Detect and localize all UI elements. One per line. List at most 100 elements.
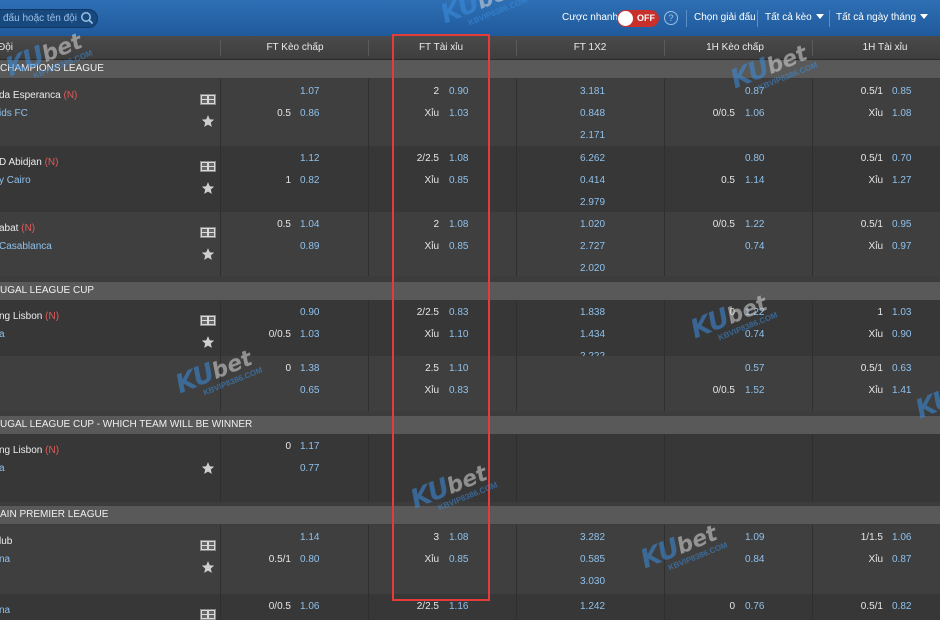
ft-handicap-odds-bottom[interactable]: 0.65 xyxy=(300,385,319,396)
ft-handicap-odds-bottom[interactable]: 0.77 xyxy=(300,463,319,474)
ft-over-under-odds-top[interactable]: 1.08 xyxy=(449,153,468,164)
ft-over-under-odds-top[interactable]: 1.16 xyxy=(449,601,468,612)
league-header[interactable]: CHAMPIONS LEAGUE xyxy=(0,60,940,78)
ft-over-under-odds-top[interactable]: 1.08 xyxy=(449,219,468,230)
col-1h-handicap[interactable]: 1H Kèo chấp xyxy=(670,42,800,53)
favorite-star-icon[interactable] xyxy=(201,560,215,574)
live-tv-icon[interactable] xyxy=(200,315,216,326)
help-icon[interactable]: ? xyxy=(664,11,678,25)
col-1h-over-under[interactable]: 1H Tài xỉu xyxy=(820,42,940,53)
ft-1x2-odds[interactable]: 3.181 xyxy=(580,86,605,97)
ft-1x2-odds[interactable]: 2.171 xyxy=(580,130,605,141)
favorite-star-icon[interactable] xyxy=(201,114,215,128)
ft-handicap-odds-bottom[interactable]: 0.82 xyxy=(300,175,319,186)
column-divider xyxy=(664,356,665,411)
ft-1x2-odds[interactable]: 6.262 xyxy=(580,153,605,164)
favorite-star-icon[interactable] xyxy=(201,181,215,195)
1h-over-under-odds-top[interactable]: 0.85 xyxy=(892,86,911,97)
ft-1x2-odds[interactable]: 0.848 xyxy=(580,108,605,119)
ft-over-under-odds-bottom[interactable]: 0.85 xyxy=(449,175,468,186)
1h-handicap-odds-top[interactable]: 0.87 xyxy=(745,86,764,97)
ft-over-under-odds-bottom[interactable]: 1.10 xyxy=(449,329,468,340)
1h-handicap-odds-bottom[interactable]: 0.74 xyxy=(745,329,764,340)
ft-handicap-odds-top[interactable]: 1.38 xyxy=(300,363,319,374)
ft-handicap-odds-top[interactable]: 1.07 xyxy=(300,86,319,97)
ft-1x2-odds[interactable]: 1.020 xyxy=(580,219,605,230)
ft-handicap-odds-bottom[interactable]: 1.03 xyxy=(300,329,319,340)
ft-1x2-odds[interactable]: 2.020 xyxy=(580,263,605,274)
league-header[interactable]: UGAL LEAGUE CUP - WHICH TEAM WILL BE WIN… xyxy=(0,416,940,434)
ft-handicap-odds-bottom[interactable]: 0.80 xyxy=(300,554,319,565)
live-tv-icon[interactable] xyxy=(200,161,216,172)
1h-handicap-odds-top[interactable]: 1.09 xyxy=(745,532,764,543)
ft-1x2-odds[interactable]: 0.414 xyxy=(580,175,605,186)
1h-handicap-odds-bottom[interactable]: 1.06 xyxy=(745,108,764,119)
1h-handicap-odds-top[interactable]: 1.22 xyxy=(745,219,764,230)
1h-over-under-odds-bottom[interactable]: 1.27 xyxy=(892,175,911,186)
1h-handicap-odds-bottom[interactable]: 0.84 xyxy=(745,554,764,565)
ft-over-under-odds-bottom[interactable]: 0.85 xyxy=(449,554,468,565)
live-tv-icon[interactable] xyxy=(200,609,216,620)
ft-1x2-odds[interactable]: 0.585 xyxy=(580,554,605,565)
1h-over-under-odds-bottom[interactable]: 1.41 xyxy=(892,385,911,396)
ft-over-under-line: Xỉu xyxy=(424,554,439,565)
league-header[interactable]: AIN PREMIER LEAGUE xyxy=(0,506,940,524)
ft-handicap-odds-bottom[interactable]: 0.86 xyxy=(300,108,319,119)
ft-handicap-odds-bottom[interactable]: 0.89 xyxy=(300,241,319,252)
ft-handicap-odds-top[interactable]: 1.17 xyxy=(300,441,319,452)
1h-handicap-odds-top[interactable]: 0.80 xyxy=(745,153,764,164)
ft-over-under-odds-top[interactable]: 1.08 xyxy=(449,532,468,543)
quick-bet-toggle[interactable]: OFF xyxy=(617,10,659,27)
ft-1x2-odds[interactable]: 2.727 xyxy=(580,241,605,252)
ft-over-under-odds-bottom[interactable]: 0.85 xyxy=(449,241,468,252)
1h-over-under-odds-top[interactable]: 0.82 xyxy=(892,601,911,612)
ft-over-under-odds-top[interactable]: 0.83 xyxy=(449,307,468,318)
ft-handicap-odds-top[interactable]: 1.12 xyxy=(300,153,319,164)
1h-handicap-odds-bottom[interactable]: 0.74 xyxy=(745,241,764,252)
ft-1x2-odds[interactable]: 1.838 xyxy=(580,307,605,318)
live-tv-icon[interactable] xyxy=(200,540,216,551)
1h-over-under-odds-top[interactable]: 0.95 xyxy=(892,219,911,230)
1h-handicap-odds-top[interactable]: 0.76 xyxy=(745,601,764,612)
ft-over-under-odds-bottom[interactable]: 1.03 xyxy=(449,108,468,119)
favorite-star-icon[interactable] xyxy=(201,247,215,261)
ft-handicap-odds-top[interactable]: 1.14 xyxy=(300,532,319,543)
ft-over-under-line: 2/2.5 xyxy=(416,307,439,318)
1h-over-under-odds-top[interactable]: 0.70 xyxy=(892,153,911,164)
choose-league-button[interactable]: Chọn giải đấu xyxy=(694,12,756,23)
league-header[interactable]: UGAL LEAGUE CUP xyxy=(0,282,940,300)
live-tv-icon[interactable] xyxy=(200,227,216,238)
col-ft-handicap[interactable]: FT Kèo chấp xyxy=(230,42,360,53)
col-ft-1x2[interactable]: FT 1X2 xyxy=(525,42,655,53)
1h-over-under-odds-top[interactable]: 1.03 xyxy=(892,307,911,318)
bet-type-dropdown[interactable]: Tất cả kèo xyxy=(765,12,824,23)
ft-handicap-odds-top[interactable]: 1.06 xyxy=(300,601,319,612)
ft-1x2-odds[interactable]: 1.434 xyxy=(580,329,605,340)
1h-handicap-odds-bottom[interactable]: 1.52 xyxy=(745,385,764,396)
favorite-star-icon[interactable] xyxy=(201,335,215,349)
ft-1x2-odds[interactable]: 2.979 xyxy=(580,197,605,208)
ft-1x2-odds[interactable]: 3.030 xyxy=(580,576,605,587)
ft-over-under-odds-bottom[interactable]: 0.83 xyxy=(449,385,468,396)
search-icon[interactable] xyxy=(80,11,94,25)
date-dropdown[interactable]: Tất cả ngày tháng xyxy=(836,12,929,23)
ft-over-under-odds-top[interactable]: 1.10 xyxy=(449,363,468,374)
ft-1x2-odds[interactable]: 3.282 xyxy=(580,532,605,543)
live-tv-icon[interactable] xyxy=(200,94,216,105)
ft-handicap-odds-top[interactable]: 1.04 xyxy=(300,219,319,230)
1h-over-under-odds-bottom[interactable]: 1.08 xyxy=(892,108,911,119)
ft-handicap-odds-top[interactable]: 0.90 xyxy=(300,307,319,318)
1h-over-under-odds-bottom[interactable]: 0.97 xyxy=(892,241,911,252)
1h-over-under-odds-top[interactable]: 1.06 xyxy=(892,532,911,543)
1h-over-under-odds-bottom[interactable]: 0.87 xyxy=(892,554,911,565)
ft-1x2-odds[interactable]: 1.242 xyxy=(580,601,605,612)
favorite-star-icon[interactable] xyxy=(201,461,215,475)
1h-handicap-odds-top[interactable]: 1.22 xyxy=(745,307,764,318)
ft-over-under-line: Xỉu xyxy=(424,108,439,119)
1h-over-under-odds-bottom[interactable]: 0.90 xyxy=(892,329,911,340)
ft-over-under-odds-top[interactable]: 0.90 xyxy=(449,86,468,97)
1h-over-under-odds-top[interactable]: 0.63 xyxy=(892,363,911,374)
1h-handicap-odds-bottom[interactable]: 1.14 xyxy=(745,175,764,186)
1h-handicap-odds-top[interactable]: 0.57 xyxy=(745,363,764,374)
col-ft-over-under[interactable]: FT Tài xỉu xyxy=(392,42,490,53)
